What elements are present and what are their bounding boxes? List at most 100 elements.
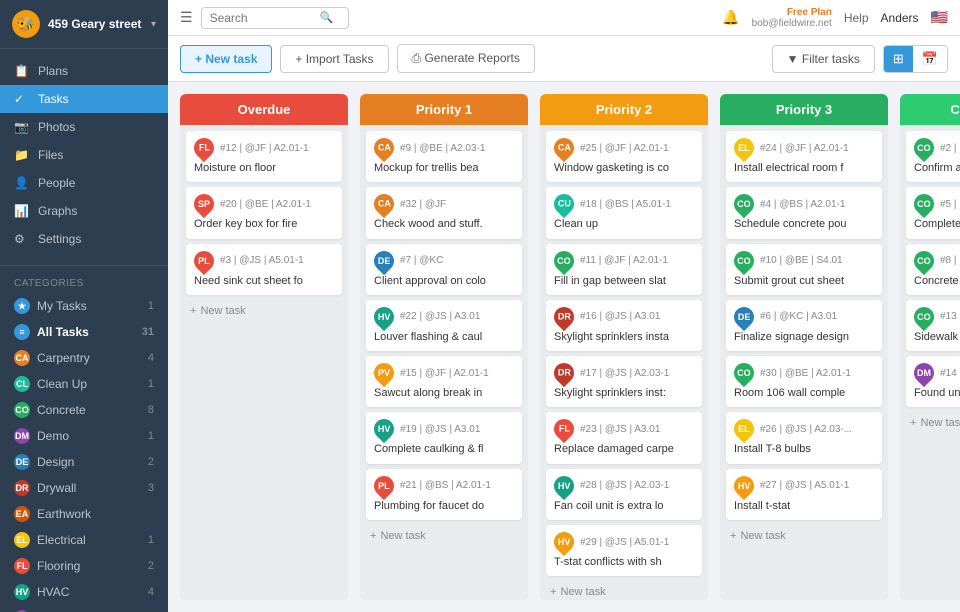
task-card[interactable]: EL #26 | @JS | A2.03-... Install T-8 bul… — [726, 412, 882, 463]
import-tasks-button[interactable]: + Import Tasks — [280, 45, 388, 73]
filter-tasks-button[interactable]: ▼ Filter tasks — [772, 45, 875, 73]
task-card[interactable]: SP #20 | @BE | A2.01-1 Order key box for… — [186, 187, 342, 238]
task-card[interactable]: PV #15 | @JF | A2.01-1 Sawcut along brea… — [366, 356, 522, 407]
card-id: #4 | @BS | A2.01-1 — [760, 199, 845, 210]
task-card[interactable]: HV #28 | @JS | A2.03-1 Fan coil unit is … — [546, 469, 702, 520]
plus-icon: + — [730, 530, 736, 542]
card-text: Clean up — [554, 217, 694, 231]
search-icon: 🔍 — [320, 11, 334, 24]
category-label: Electrical — [37, 533, 86, 547]
card-meta: HV #27 | @JS | A5.01-1 — [734, 476, 874, 496]
task-card[interactable]: CO #5 | @BE | S2.01a Complete concrete t… — [906, 187, 960, 238]
task-card[interactable]: HV #27 | @JS | A5.01-1 Install t-stat — [726, 469, 882, 520]
sidebar-item-people[interactable]: 👤People — [0, 169, 168, 197]
task-card[interactable]: CO #10 | @BE | S4.01 Submit grout cut sh… — [726, 244, 882, 295]
task-card[interactable]: PL #3 | @JS | A5.01-1 Need sink cut shee… — [186, 244, 342, 295]
category-count: 4 — [148, 352, 154, 364]
task-card[interactable]: DR #16 | @JS | A3.01 Skylight sprinklers… — [546, 300, 702, 351]
task-card[interactable]: CO #4 | @BS | A2.01-1 Schedule concrete … — [726, 187, 882, 238]
task-card[interactable]: CA #25 | @JF | A2.01-1 Window gasketing … — [546, 131, 702, 182]
category-pin: CA — [550, 134, 578, 162]
task-card[interactable]: CA #9 | @BE | A2.03-1 Mockup for trellis… — [366, 131, 522, 182]
task-card[interactable]: DM #14 | @KC | A2.01-1 Found unmarked ut… — [906, 356, 960, 407]
category-count: 31 — [142, 326, 154, 338]
category-item-hvac[interactable]: HV HVAC 4 — [0, 579, 168, 605]
category-item-carpentry[interactable]: CA Carpentry 4 — [0, 345, 168, 371]
card-text: Install T-8 bulbs — [734, 442, 874, 456]
task-card[interactable]: HV #19 | @JS | A3.01 Complete caulking &… — [366, 412, 522, 463]
bell-icon[interactable]: 🔔 — [722, 9, 739, 26]
category-badge: HV — [14, 584, 30, 600]
category-item-alltasks[interactable]: ≡ All Tasks 31 — [0, 319, 168, 345]
sidebar-item-plans[interactable]: 📋Plans — [0, 57, 168, 85]
task-card[interactable]: CO #2 | @JF | S4.01 Confirm anchor bolt … — [906, 131, 960, 182]
sidebar-header[interactable]: 🐝 459 Geary street ▾ — [0, 0, 168, 49]
category-item-mytasks[interactable]: ★ My Tasks 1 — [0, 293, 168, 319]
task-card[interactable]: HV #22 | @JS | A3.01 Louver flashing & c… — [366, 300, 522, 351]
new-task-inline-button[interactable]: + New task — [726, 525, 882, 547]
hamburger-icon[interactable]: ☰ — [180, 9, 193, 26]
category-label: Clean Up — [37, 377, 87, 391]
category-pin: DM — [910, 359, 938, 387]
card-id: #7 | @KC — [400, 255, 443, 266]
category-item-demo[interactable]: DM Demo 1 — [0, 423, 168, 449]
category-item-design[interactable]: DE Design 2 — [0, 449, 168, 475]
card-id: #22 | @JS | A3.01 — [400, 311, 480, 322]
card-meta: EL #24 | @JF | A2.01-1 — [734, 138, 874, 158]
task-card[interactable]: CO #11 | @JF | A2.01-1 Fill in gap betwe… — [546, 244, 702, 295]
sidebar-item-photos[interactable]: 📷Photos — [0, 113, 168, 141]
column-overdue: Overdue FL #12 | @JF | A2.01-1 Moisture … — [180, 94, 348, 600]
search-input[interactable] — [210, 11, 320, 25]
task-card[interactable]: HV #29 | @JS | A5.01-1 T-stat conflicts … — [546, 525, 702, 576]
category-item-paint[interactable]: PA Paint — [0, 605, 168, 612]
help-button[interactable]: Help — [844, 11, 869, 25]
card-text: Install t-stat — [734, 499, 874, 513]
category-item-flooring[interactable]: FL Flooring 2 — [0, 553, 168, 579]
new-task-button[interactable]: + New task — [180, 45, 272, 73]
task-card[interactable]: DE #6 | @KC | A3.01 Finalize signage des… — [726, 300, 882, 351]
task-card[interactable]: DR #17 | @JS | A2.03-1 Skylight sprinkle… — [546, 356, 702, 407]
new-task-inline-button[interactable]: + New task — [186, 300, 342, 322]
category-pin: CO — [550, 246, 578, 274]
sidebar-item-settings[interactable]: ⚙Settings — [0, 225, 168, 253]
task-card[interactable]: CO #13 | @KC | A2.01-1 Sidewalk needs to… — [906, 300, 960, 351]
task-card[interactable]: EL #24 | @JF | A2.01-1 Install electrica… — [726, 131, 882, 182]
task-card[interactable]: CO #30 | @BE | A2.01-1 Room 106 wall com… — [726, 356, 882, 407]
card-meta: DE #7 | @KC — [374, 251, 514, 271]
sidebar-item-files[interactable]: 📁Files — [0, 141, 168, 169]
settings-icon: ⚙ — [14, 232, 30, 246]
category-item-earthwork[interactable]: EA Earthwork — [0, 501, 168, 527]
task-card[interactable]: FL #23 | @JS | A3.01 Replace damaged car… — [546, 412, 702, 463]
categories-list: ★ My Tasks 1 ≡ All Tasks 31 CA Carpentry… — [0, 293, 168, 612]
category-item-cleanup[interactable]: CL Clean Up 1 — [0, 371, 168, 397]
card-text: Skylight sprinklers inst: — [554, 386, 694, 400]
card-text: Mockup for trellis bea — [374, 161, 514, 175]
card-text: Window gasketing is co — [554, 161, 694, 175]
sidebar-item-graphs[interactable]: 📊Graphs — [0, 197, 168, 225]
category-badge: ≡ — [14, 324, 30, 340]
generate-reports-button[interactable]: ⎙ Generate Reports — [397, 44, 535, 73]
card-id: #32 | @JF — [400, 199, 446, 210]
calendar-view-button[interactable]: 📅 — [913, 46, 947, 72]
task-card[interactable]: DE #7 | @KC Client approval on colo — [366, 244, 522, 295]
category-pin: HV — [550, 528, 578, 556]
new-task-inline-button[interactable]: + New task — [546, 581, 702, 600]
new-task-inline-button[interactable]: + New task — [366, 525, 522, 547]
sidebar-item-tasks[interactable]: ✓Tasks — [0, 85, 168, 113]
new-task-inline-button[interactable]: + New task — [906, 412, 960, 434]
grid-view-button[interactable]: ⊞ — [884, 46, 913, 72]
search-box[interactable]: 🔍 — [201, 7, 349, 29]
plans-icon: 📋 — [14, 64, 30, 78]
category-item-drywall[interactable]: DR Drywall 3 — [0, 475, 168, 501]
category-badge: CL — [14, 376, 30, 392]
task-card[interactable]: CA #32 | @JF Check wood and stuff. — [366, 187, 522, 238]
task-card[interactable]: CO #8 | @BS Concrete finish mockup — [906, 244, 960, 295]
task-card[interactable]: PL #21 | @BS | A2.01-1 Plumbing for fauc… — [366, 469, 522, 520]
task-card[interactable]: FL #12 | @JF | A2.01-1 Moisture on floor — [186, 131, 342, 182]
category-item-electrical[interactable]: EL Electrical 1 — [0, 527, 168, 553]
category-pin: CO — [910, 134, 938, 162]
task-card[interactable]: CU #18 | @BS | A5.01-1 Clean up — [546, 187, 702, 238]
category-item-concrete[interactable]: CO Concrete 8 — [0, 397, 168, 423]
user-name[interactable]: Anders — [881, 11, 919, 25]
user-email: bob@fieldwire.net — [752, 18, 832, 29]
